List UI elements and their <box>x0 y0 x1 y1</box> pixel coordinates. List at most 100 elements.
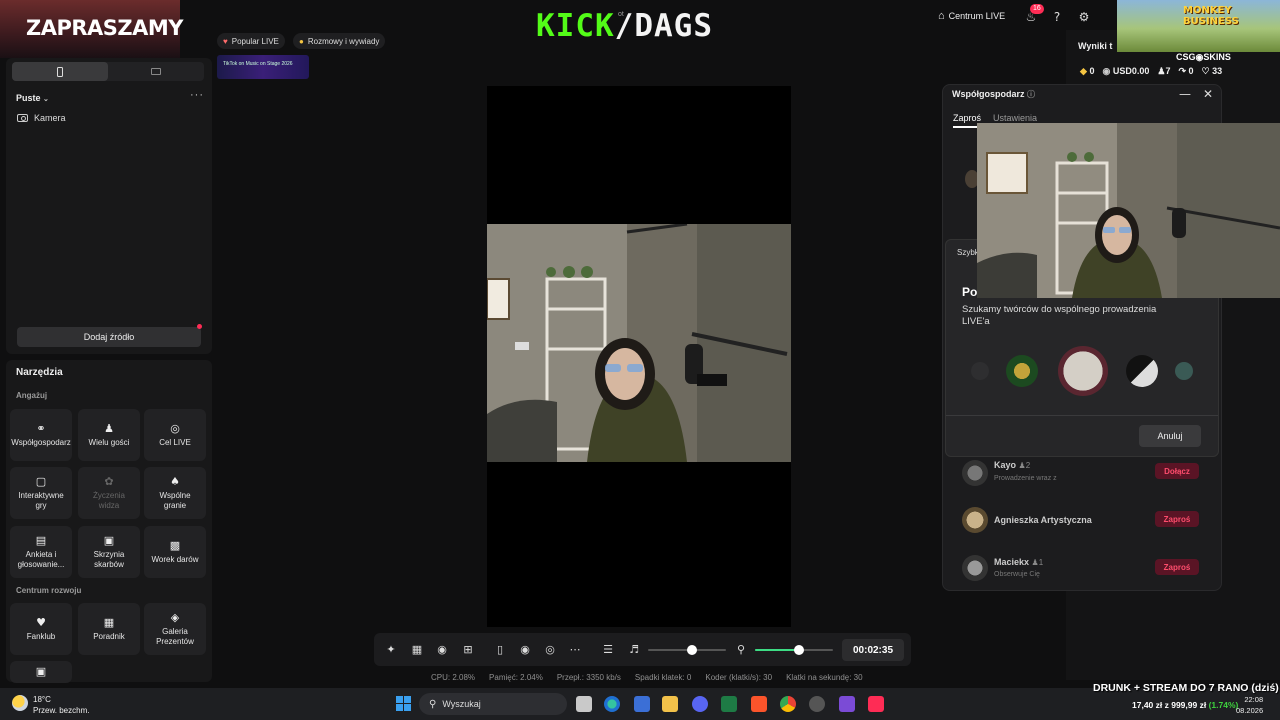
users-counter: ♟7 <box>1157 66 1170 77</box>
search-placeholder: Wyszukaj <box>442 699 481 709</box>
logo-sub: ot <box>618 11 624 18</box>
volume-slider-knob[interactable] <box>687 645 697 655</box>
task-view-icon[interactable] <box>576 696 592 712</box>
viewer-count-value: 2 <box>1025 461 1031 470</box>
tool-multi-guest[interactable]: ♟ Wielu gości <box>78 409 140 461</box>
tools-title: Narzędzia <box>16 367 63 378</box>
app-icon[interactable] <box>809 696 825 712</box>
brave-icon[interactable] <box>751 696 767 712</box>
tool-label: Ankieta i głosowanie... <box>17 549 65 569</box>
tool-label: Skrzynia skarbów <box>93 549 125 569</box>
store-icon[interactable] <box>634 696 650 712</box>
add-source-button[interactable]: Dodaj źródło <box>17 327 201 347</box>
donation-goal: 17,40 zł z 999,99 zł (1.74%) <box>1132 700 1238 710</box>
orientation-toggle[interactable] <box>12 62 204 81</box>
stream-timer: 00:02:35 <box>842 639 904 661</box>
live-center-link[interactable]: ⌂ Centrum LIVE <box>938 10 1005 22</box>
tool-guide[interactable]: ▦ Poradnik <box>78 603 140 655</box>
obs-icon[interactable] <box>839 696 855 712</box>
settings-sliders-icon[interactable]: ☰ <box>601 643 615 657</box>
tool-poll[interactable]: ▤ Ankieta i głosowanie... <box>10 526 72 578</box>
gift-bag-icon: ▩ <box>169 538 181 552</box>
portrait-mode-button[interactable] <box>12 62 108 81</box>
scene-menu-button[interactable]: ··· <box>190 89 204 101</box>
row-agnieszka: Agnieszka Artystyczna <box>994 515 1092 525</box>
gear-icon[interactable]: ⚙ <box>1077 10 1091 24</box>
target-icon[interactable]: ◎ <box>543 643 557 657</box>
row-name: Maciekx <box>994 557 1030 567</box>
chip-talks[interactable]: ● Rozmowy i wywiady <box>293 33 386 49</box>
game-ad-overlay: MONKEY BUSINESS <box>1117 0 1280 52</box>
source-label: Kamera <box>34 113 66 123</box>
calendar-icon: ▣ <box>35 665 47 678</box>
tool-treasure-chest[interactable]: ▣ Skrzynia skarbów <box>78 526 140 578</box>
edge-icon[interactable] <box>604 696 620 712</box>
stat-memory: Pamięć: 2.04% <box>489 673 543 682</box>
search-icon: ⚲ <box>429 698 437 710</box>
source-item-camera[interactable]: Kamera <box>17 113 66 123</box>
weather-widget[interactable]: 18°C Przew. bezchm. <box>33 694 89 716</box>
microphone-icon[interactable]: ⚲ <box>734 643 748 657</box>
chrome-icon[interactable] <box>780 696 796 712</box>
windows-start-icon[interactable] <box>396 696 411 711</box>
tab-invite[interactable]: Zaproś <box>953 113 981 123</box>
tiktok-icon[interactable] <box>868 696 884 712</box>
cohost-title: Współgospodarz ⓘ <box>952 89 1035 100</box>
taskbar-search[interactable]: ⚲ Wyszukaj <box>419 693 567 715</box>
book-icon: ▦ <box>103 615 115 629</box>
cancel-button[interactable]: Anuluj <box>1139 425 1201 447</box>
diamond-icon: ◆ <box>1080 66 1087 76</box>
effects-icon[interactable]: ▦ <box>410 643 424 657</box>
ad-text: MONKEY BUSINESS <box>1183 5 1239 27</box>
scene-selector[interactable]: Puste ⌄ <box>16 93 49 103</box>
logo-left: KICK <box>536 8 615 44</box>
modal-tab-quick[interactable]: Szybk <box>957 248 979 257</box>
tool-cohost[interactable]: ⚭ Współgospodarz <box>10 409 72 461</box>
tool-live-goal[interactable]: ◎ Cel LIVE <box>144 409 206 461</box>
tool-play-together[interactable]: ♠ Wspólne granie <box>144 467 206 519</box>
stat-encoder: Koder (klatki/s): 30 <box>705 673 773 682</box>
tool-gift-bag[interactable]: ▩ Worek darów <box>144 526 206 578</box>
more-icon[interactable]: ⋯ <box>568 643 582 657</box>
close-icon[interactable]: ✕ <box>1201 87 1215 101</box>
discord-icon[interactable] <box>692 696 708 712</box>
promo-banner[interactable]: TikTok on Music on Stage 2026 <box>217 55 309 79</box>
chip-popular-live[interactable]: ♥ Popular LIVE <box>217 33 285 49</box>
speaker-icon[interactable]: ♬ <box>627 643 641 657</box>
clock[interactable]: 22:08 08.2026 <box>1236 694 1263 716</box>
invite-button[interactable]: Zaproś <box>1155 511 1199 527</box>
stat-cpu: CPU: 2.08% <box>431 673 476 682</box>
tool-more[interactable]: ▣ <box>10 661 72 683</box>
tool-label: Fanklub <box>26 631 56 641</box>
share-icon: ↷ <box>1178 66 1186 76</box>
add-screen-icon[interactable]: ⊞ <box>461 643 475 657</box>
top-banner: ZAPRASZAMY <box>0 0 184 58</box>
weather-icon[interactable] <box>12 695 28 711</box>
tool-label: Galeria Prezentów <box>156 626 194 646</box>
ai-icon[interactable]: ◉ <box>435 643 449 657</box>
landscape-mode-button[interactable] <box>108 62 204 81</box>
stat-dropped: Spadki klatek: 0 <box>634 673 692 682</box>
join-button[interactable]: Dołącz <box>1155 463 1199 479</box>
tool-interactive-games[interactable]: ▢ Interaktywne gry <box>10 467 72 519</box>
tab-settings[interactable]: Ustawienia <box>993 113 1037 123</box>
record-icon[interactable]: ◉ <box>518 643 532 657</box>
magic-wand-icon[interactable]: ✦ <box>384 643 398 657</box>
heart-icon: ♥ <box>36 615 46 629</box>
csg-skins-logo: CSG◉SKINS <box>1176 52 1231 62</box>
diamond-counter: ◆ 0 <box>1080 66 1094 77</box>
tool-fanclub[interactable]: ♥ Fanklub <box>10 603 72 655</box>
minimize-icon[interactable]: — <box>1178 87 1192 101</box>
help-icon[interactable]: ? <box>1050 10 1064 24</box>
heart-icon: ♡ <box>1201 66 1210 76</box>
excel-icon[interactable] <box>721 696 737 712</box>
phone-icon[interactable]: ▯ <box>493 643 507 657</box>
invite-button[interactable]: Zaproś <box>1155 559 1199 575</box>
heart-icon: ♥ <box>223 36 228 46</box>
section-growth: Centrum rozwoju <box>16 586 82 595</box>
folder-icon[interactable] <box>662 696 678 712</box>
modal-divider <box>946 415 1218 416</box>
chevron-down-icon: ⌄ <box>43 96 49 103</box>
mic-slider-knob[interactable] <box>794 645 804 655</box>
tool-gift-gallery[interactable]: ◈ Galeria Prezentów <box>144 603 206 655</box>
